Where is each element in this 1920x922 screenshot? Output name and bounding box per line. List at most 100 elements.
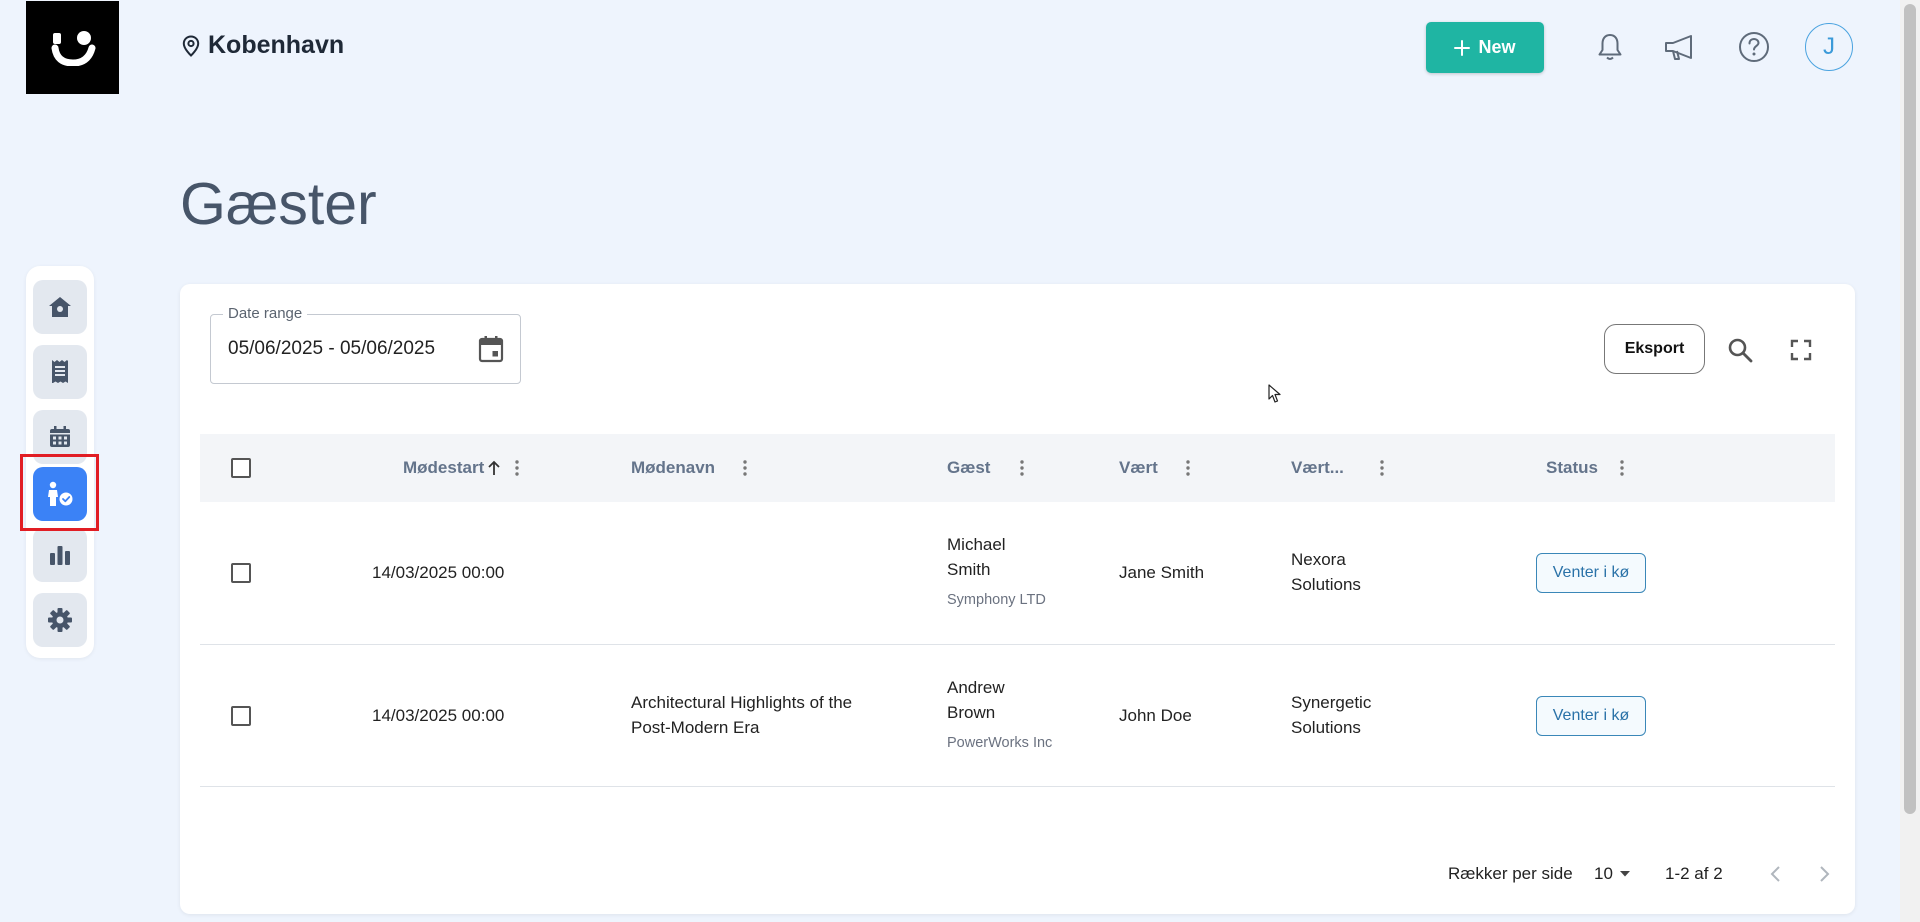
calendar-icon (50, 426, 70, 447)
column-menu-icon[interactable] (1380, 460, 1384, 476)
date-range-label: Date range (223, 305, 308, 322)
help-button[interactable] (1734, 27, 1774, 67)
export-button[interactable]: Eksport (1604, 324, 1705, 374)
user-avatar[interactable]: J (1805, 23, 1853, 71)
column-label: Mødenavn (631, 458, 716, 477)
new-button[interactable]: New (1426, 22, 1544, 73)
column-menu-icon[interactable] (515, 460, 519, 476)
rows-per-page-value: 10 (1594, 864, 1613, 883)
meeting-name-line2: Post-Modern Era (631, 718, 760, 737)
column-label: Gæst (947, 458, 991, 477)
calendar-picker-icon[interactable] (478, 335, 504, 368)
meeting-name-line1: Architectural Highlights of the (631, 693, 853, 712)
column-label: Vært (1119, 458, 1158, 477)
pagination-range: 1-2 af 2 (1665, 864, 1723, 883)
guest-last-name: Smith (947, 560, 991, 579)
table-row[interactable]: 14/03/2025 00:00 Michael Smith Symphony … (200, 502, 1835, 645)
cell-start: 14/03/2025 00:00 (372, 563, 505, 582)
row-checkbox[interactable] (231, 706, 251, 726)
guest-check-icon (48, 481, 73, 506)
sidebar-item-guests[interactable] (33, 467, 87, 521)
rows-per-page-label: Rækker per side (1448, 864, 1573, 883)
column-header-host[interactable]: Vært (1119, 434, 1190, 502)
cell-host-company: Nexora Solutions (1291, 547, 1361, 597)
table-header: Mødestart Mødenavn Gæst Vært Vært... Sta… (200, 434, 1835, 502)
date-range-value: 05/06/2025 - 05/06/2025 (228, 338, 436, 359)
column-menu-icon[interactable] (743, 460, 747, 476)
sidebar-item-statistics[interactable] (33, 528, 87, 582)
cell-host: Jane Smith (1119, 563, 1205, 582)
cell-host-company: Synergetic Solutions (1291, 690, 1371, 740)
search-button[interactable] (1725, 335, 1755, 365)
map-pin-icon (182, 34, 200, 57)
column-menu-icon[interactable] (1186, 460, 1190, 476)
column-header-meeting[interactable]: Mødenavn (631, 434, 747, 502)
column-header-guest[interactable]: Gæst (947, 434, 1025, 502)
sidebar-item-home[interactable] (33, 280, 87, 334)
guest-first-name: Andrew (947, 678, 1005, 697)
home-icon (49, 297, 71, 317)
app-logo[interactable] (26, 1, 119, 94)
column-header-status[interactable]: Status (1546, 434, 1624, 502)
notifications-button[interactable] (1590, 27, 1630, 67)
sidebar-nav (26, 266, 94, 658)
column-header-host-company[interactable]: Vært... (1291, 434, 1384, 502)
cell-meeting: Architectural Highlights of the Post-Mod… (631, 690, 852, 740)
mouse-cursor-icon (1268, 384, 1282, 409)
column-menu-icon[interactable] (1020, 460, 1025, 476)
gear-icon (48, 608, 72, 632)
page-title: Gæster (180, 171, 377, 237)
plus-icon (1454, 39, 1471, 56)
new-button-label: New (1478, 37, 1516, 57)
column-label: Status (1546, 458, 1598, 477)
next-page-button[interactable] (1813, 862, 1837, 886)
guest-company: Symphony LTD (947, 592, 1046, 608)
select-all-checkbox[interactable] (231, 458, 251, 478)
chevron-left-icon (1770, 866, 1780, 882)
fullscreen-icon (1790, 339, 1812, 361)
location-name: Kobenhavn (208, 31, 345, 59)
column-label: Mødestart (403, 458, 485, 477)
column-menu-icon[interactable] (1620, 460, 1624, 476)
cell-guest: Michael Smith Symphony LTD (947, 532, 1046, 613)
previous-page-button[interactable] (1763, 862, 1787, 886)
help-circle-icon (1739, 32, 1769, 62)
host-company-line2: Solutions (1291, 575, 1361, 594)
megaphone-icon (1665, 35, 1692, 60)
fullscreen-button[interactable] (1786, 335, 1816, 365)
search-icon (1728, 338, 1753, 363)
row-checkbox[interactable] (231, 563, 251, 583)
cell-host: John Doe (1119, 706, 1192, 725)
sort-ascending-icon[interactable] (487, 460, 501, 476)
page-scrollbar[interactable] (1900, 0, 1920, 922)
chevron-right-icon (1820, 866, 1830, 882)
cell-start: 14/03/2025 00:00 (372, 706, 505, 725)
table-row[interactable]: 14/03/2025 00:00 Architectural Highlight… (200, 644, 1835, 787)
receipt-icon (52, 360, 68, 383)
sidebar-item-receipts[interactable] (33, 345, 87, 399)
announcements-button[interactable] (1660, 27, 1700, 67)
status-badge[interactable]: Venter i kø (1536, 553, 1646, 593)
scrollbar-thumb[interactable] (1904, 4, 1916, 814)
host-company-line1: Synergetic (1291, 693, 1372, 712)
host-company-line1: Nexora (1291, 550, 1346, 569)
guests-table-card: Date range 05/06/2025 - 05/06/2025 Ekspo… (180, 284, 1855, 914)
smile-logo-icon (51, 30, 95, 66)
sidebar-item-settings[interactable] (33, 593, 87, 647)
guest-company: PowerWorks Inc (947, 735, 1053, 751)
sidebar-item-calendar[interactable] (33, 410, 87, 464)
status-badge[interactable]: Venter i kø (1536, 696, 1646, 736)
column-header-start[interactable]: Mødestart (403, 434, 519, 502)
bell-icon (1598, 34, 1622, 60)
bar-chart-icon (50, 546, 70, 565)
guest-last-name: Brown (947, 703, 996, 722)
avatar-initial: J (1823, 33, 1835, 60)
location-selector[interactable]: Kobenhavn (182, 31, 344, 60)
cell-guest: Andrew Brown PowerWorks Inc (947, 675, 1052, 756)
rows-per-page-select[interactable]: 10 (1594, 864, 1631, 884)
column-label: Vært... (1291, 458, 1344, 477)
dropdown-arrow-icon (1619, 871, 1630, 877)
date-range-field[interactable]: Date range 05/06/2025 - 05/06/2025 (210, 305, 521, 384)
guest-first-name: Michael (947, 535, 1006, 554)
host-company-line2: Solutions (1291, 718, 1361, 737)
